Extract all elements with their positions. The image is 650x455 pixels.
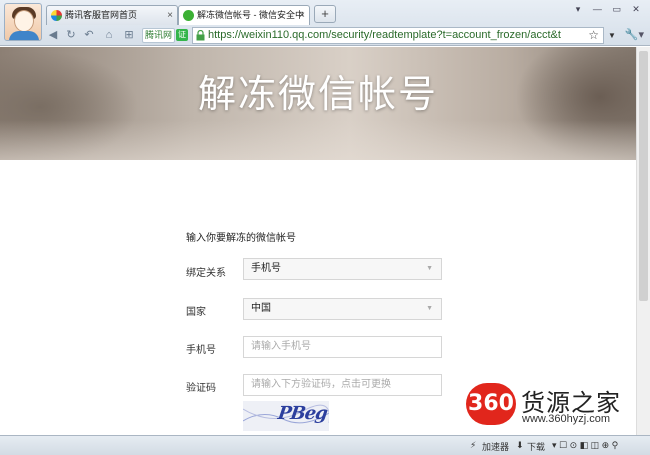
country-select-value: 中国 [251,303,271,314]
chevron-down-icon: ▼ [426,265,433,272]
user-avatar[interactable] [4,3,42,41]
navigation-toolbar: ◀ ↻ ↶ ⌂ ⊞ 腾讯网 证 https://weixin110.qq.com… [44,26,650,45]
site-chip[interactable]: 腾讯网 [142,28,176,43]
close-icon[interactable]: ✕ [628,3,644,16]
captcha-image[interactable]: PBeg [243,401,329,431]
grid-icon[interactable]: ⊞ [122,28,136,42]
avatar-body [9,31,39,40]
page-title: 解冻微信帐号 [197,74,438,116]
accelerator-icon[interactable]: ⚡ [470,440,476,451]
binding-select[interactable]: 手机号 ▼ [243,258,442,280]
page-banner: 解冻微信帐号 [0,47,636,160]
tab-label: 解冻微信帐号 - 微信安全中 [197,10,304,20]
captcha-text: PBeg [276,403,329,424]
tab-qq-service[interactable]: 腾讯客服官网首页 × [46,5,178,25]
lock-icon [196,30,205,41]
status-bar: ⚡ 加速器 ⬇ 下载 ▾ ☐ ⊙ ◧ ◫ ⊕ ⚲ [0,435,650,455]
certificate-badge[interactable]: 证 [176,29,188,41]
avatar-face [14,10,34,32]
tab-close-icon[interactable]: × [299,6,305,25]
refresh-icon[interactable]: ↻ [64,28,78,42]
tab-label: 腾讯客服官网首页 [65,10,138,20]
new-tab-button[interactable]: + [314,5,336,23]
phone-input[interactable]: 请输入手机号 [243,336,442,358]
scrollbar-thumb[interactable] [639,51,648,301]
watermark: 360 货源之家 www.360hyzj.com [466,383,646,427]
qq-service-favicon-icon [51,10,62,21]
watermark-badge: 360 [466,383,516,425]
menu-icon[interactable]: ▾ [570,3,586,16]
browser-chrome: 腾讯客服官网首页 × 解冻微信帐号 - 微信安全中 × + ▾ — ▭ ✕ ◀ … [0,0,650,46]
country-label: 国家 [186,307,206,318]
captcha-input[interactable]: 请输入下方验证码，点击可更换 [243,374,442,396]
star-icon[interactable]: ☆ [588,28,599,42]
maximize-icon[interactable]: ▭ [609,3,625,16]
accelerator-button[interactable]: 加速器 [482,440,509,453]
home-icon[interactable]: ⌂ [102,28,116,42]
undo-icon[interactable]: ↶ [82,28,96,42]
binding-select-value: 手机号 [251,263,281,274]
wechat-favicon-icon [183,10,194,21]
form-heading: 输入你要解冻的微信帐号 [186,233,296,244]
download-button[interactable]: 下载 [527,440,545,453]
country-select[interactable]: 中国 ▼ [243,298,442,320]
status-tools-icon[interactable]: ▾ ☐ ⊙ ◧ ◫ ⊕ ⚲ [552,440,618,451]
tab-close-icon[interactable]: × [167,6,173,25]
watermark-url: www.360hyzj.com [522,413,611,425]
phone-label: 手机号 [186,345,216,356]
address-bar[interactable]: https://weixin110.qq.com/security/readte… [192,27,604,44]
minimize-icon[interactable]: — [589,3,605,16]
chevron-down-icon: ▼ [426,305,433,312]
dropdown-icon[interactable]: ▼ [606,28,618,43]
tools-icon[interactable]: 🔧▾ [625,28,644,41]
url-text: https://weixin110.qq.com/security/readte… [208,29,561,41]
tab-wechat-unfreeze[interactable]: 解冻微信帐号 - 微信安全中 × [178,5,310,25]
vertical-scrollbar[interactable] [636,47,650,435]
back-icon[interactable]: ◀ [46,28,60,42]
binding-label: 绑定关系 [186,268,226,279]
window-controls: ▾ — ▭ ✕ [570,1,644,15]
captcha-label: 验证码 [186,383,216,394]
download-icon[interactable]: ⬇ [516,440,524,451]
